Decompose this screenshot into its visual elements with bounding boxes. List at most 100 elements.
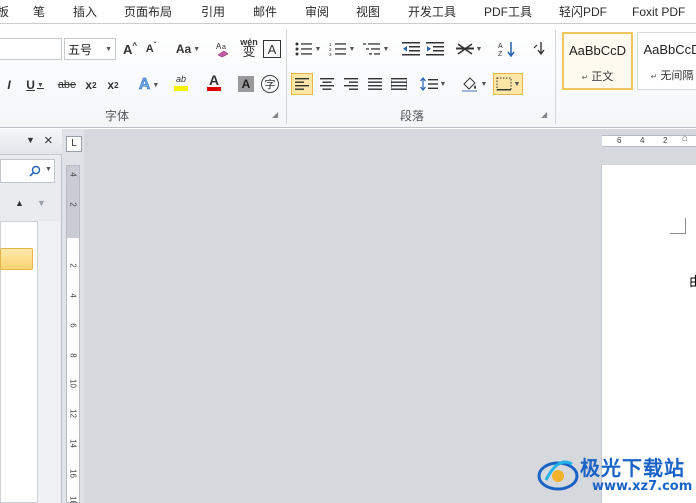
line-spacing-icon — [419, 77, 438, 91]
ruler-number: 16 — [68, 469, 78, 478]
increase-indent-icon — [426, 42, 444, 56]
font-size-value: 五号 — [68, 42, 93, 57]
multilevel-list-button[interactable]: ▼ — [362, 38, 390, 60]
chinese-layout-icon — [455, 43, 474, 55]
tab-review[interactable]: 审阅 — [305, 3, 329, 21]
search-options-chevron-icon[interactable]: ▼ — [45, 166, 52, 173]
italic-button[interactable]: I — [4, 74, 14, 96]
chevron-down-icon: ▼ — [475, 45, 483, 53]
document-text: 由 — [689, 274, 696, 289]
ruler-number: 2 — [68, 202, 78, 207]
watermark-logo-icon — [537, 460, 579, 491]
tab-page-layout[interactable]: 页面布局 — [124, 3, 172, 21]
font-dialog-launcher-icon[interactable]: ◢ — [272, 110, 278, 119]
svg-text:a: a — [222, 44, 226, 51]
line-spacing-button[interactable]: ▼ — [419, 73, 447, 95]
paragraph-dialog-launcher-icon[interactable]: ◢ — [541, 110, 547, 119]
align-right-icon — [344, 78, 358, 90]
ruler-number: 6 — [617, 136, 622, 145]
ruler-number: 12 — [68, 409, 78, 418]
tab-insert[interactable]: 插入 — [73, 3, 97, 21]
highlight-button[interactable]: ab — [167, 72, 195, 94]
paint-bucket-icon — [461, 77, 477, 92]
svg-text:A: A — [498, 43, 503, 50]
clear-format-button[interactable]: A a — [213, 38, 235, 60]
numbered-list-icon: 123 — [329, 42, 346, 56]
grow-font-button[interactable]: A ^ — [121, 38, 139, 60]
change-case-button[interactable]: Aa ▼ — [175, 38, 201, 60]
decrease-indent-button[interactable] — [400, 38, 422, 60]
font-size-combo[interactable]: 五号 ▼ — [64, 38, 116, 60]
chevron-down-icon: ▼ — [36, 81, 44, 89]
watermark-title: 极光下载站 — [580, 456, 685, 480]
navigation-pane: ▼ × ▼ ▲ ▼ — [0, 129, 62, 503]
char-shading-button[interactable]: A — [238, 76, 254, 92]
strikethrough-button[interactable]: abe — [56, 74, 78, 96]
svg-text:Z: Z — [498, 51, 503, 57]
chevron-down-icon: ▼ — [314, 45, 322, 53]
shading-button[interactable]: ▼ — [459, 73, 489, 95]
nav-pane-scrollbar[interactable] — [38, 221, 60, 503]
style-normal[interactable]: AaBbCcD ↵ 正文 — [562, 32, 633, 90]
svg-text:3: 3 — [329, 52, 332, 56]
style-no-spacing[interactable]: AaBbCcD ↵ 无间隔 — [637, 32, 696, 90]
font-name-combo[interactable] — [0, 38, 62, 60]
ruler-number: 4 — [68, 293, 78, 298]
sort-icon: A Z — [498, 42, 515, 57]
font-color-button[interactable]: A — [200, 72, 228, 94]
align-center-button[interactable] — [316, 73, 338, 95]
next-result-icon[interactable]: ▼ — [37, 198, 46, 208]
phonetic-guide-button[interactable]: wén 变 — [238, 36, 260, 58]
sort-button[interactable]: A Z — [496, 38, 518, 60]
char-border-button[interactable]: A — [263, 40, 281, 58]
nav-heading-item-selected[interactable] — [0, 248, 33, 270]
close-icon[interactable]: × — [44, 132, 53, 149]
ruler-number: 10 — [68, 379, 78, 388]
tab-pen[interactable]: 笔 — [33, 3, 45, 21]
tab-references[interactable]: 引用 — [201, 3, 225, 21]
tab-foxit-pdf[interactable]: Foxit PDF — [632, 3, 685, 21]
enclose-char-button[interactable]: 字 — [261, 75, 279, 93]
style-name: ↵ 正文 — [581, 71, 614, 83]
ruler-number: 18 — [68, 496, 78, 503]
tab-partial[interactable]: 板 — [0, 3, 9, 21]
superscript-button[interactable]: x2 — [104, 74, 122, 96]
subscript-button[interactable]: x2 — [82, 74, 100, 96]
tab-view[interactable]: 视图 — [356, 3, 380, 21]
previous-result-icon[interactable]: ▲ — [15, 198, 24, 208]
numbering-button[interactable]: 123 ▼ — [328, 38, 356, 60]
increase-indent-button[interactable] — [424, 38, 446, 60]
tab-developer[interactable]: 开发工具 — [408, 3, 456, 21]
caret-down-icon: ˇ — [153, 40, 157, 50]
align-left-button[interactable] — [291, 73, 313, 95]
tab-lightpdf[interactable]: 轻闪PDF — [559, 3, 607, 21]
search-icon[interactable] — [29, 165, 41, 177]
shrink-font-button[interactable]: Aˇ — [143, 38, 159, 60]
bullets-button[interactable]: ▼ — [294, 38, 322, 60]
chinese-layout-button[interactable]: ▼ — [455, 38, 483, 60]
page-margin-corner-mark — [670, 218, 686, 234]
vertical-ruler[interactable]: 4 2 2 4 6 8 10 12 14 16 18 — [66, 165, 80, 503]
text-effect-button[interactable]: A ▼ — [136, 74, 162, 96]
tab-mailings[interactable]: 邮件 — [253, 3, 277, 21]
nav-options-chevron-icon[interactable]: ▼ — [26, 135, 35, 145]
tab-selector[interactable]: L — [66, 136, 82, 152]
align-right-button[interactable] — [340, 73, 362, 95]
horizontal-ruler[interactable]: 6 4 2 ⌂ — [602, 133, 696, 147]
tab-pdf-tools[interactable]: PDF工具 — [484, 3, 532, 21]
caret-up-icon: ^ — [132, 40, 138, 50]
chevron-down-icon: ▼ — [439, 80, 447, 88]
ribbon-tab-bar: 板 笔 插入 页面布局 引用 邮件 审阅 视图 开发工具 PDF工具 轻闪PDF… — [0, 0, 696, 24]
underline-button[interactable]: U ▼ — [24, 74, 46, 96]
distributed-button[interactable] — [388, 73, 410, 95]
borders-icon — [496, 77, 512, 91]
nav-search-input[interactable]: ▼ — [0, 159, 55, 183]
show-marks-button[interactable] — [530, 38, 548, 60]
multilevel-list-icon — [362, 43, 380, 55]
borders-button[interactable]: ▼ — [493, 73, 523, 95]
style-name: ↵ 无间隔 — [650, 70, 694, 82]
site-watermark: 极光下载站 www.xz7.com — [536, 448, 696, 503]
indent-marker-icon[interactable]: ⌂ — [682, 133, 688, 144]
ruler-number: 6 — [68, 323, 78, 328]
justify-button[interactable] — [364, 73, 386, 95]
